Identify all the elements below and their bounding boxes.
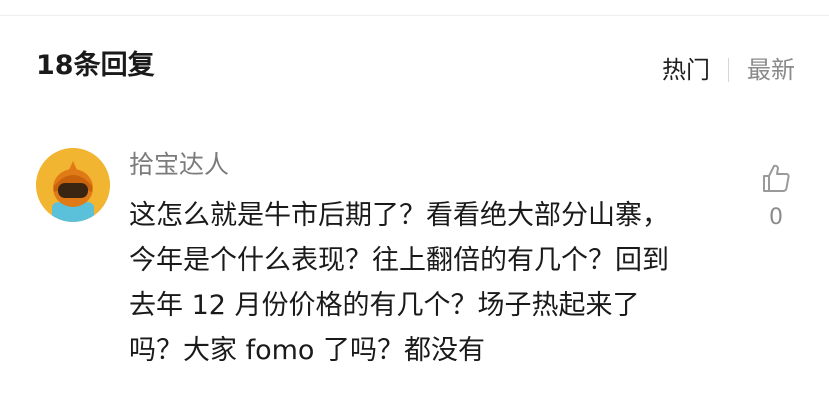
avatar-helmet-icon <box>36 148 110 222</box>
reply-count-title: 18条回复 <box>36 50 155 81</box>
thumbs-up-icon <box>763 164 790 192</box>
like-button[interactable]: 0 <box>748 160 804 240</box>
sort-tab-hot[interactable]: 热门 <box>662 54 710 86</box>
sort-divider <box>728 58 729 82</box>
author-name[interactable]: 拾宝达人 <box>129 148 229 182</box>
avatar[interactable] <box>36 148 110 222</box>
sort-tab-latest[interactable]: 最新 <box>747 54 795 86</box>
like-count: 0 <box>769 205 783 230</box>
comment-text: 这怎么就是牛市后期了？看看绝大部分山寨， 今年是个什么表现？往上翻倍的有几个？回… <box>129 200 669 366</box>
sort-tabs: 热门 最新 <box>662 54 795 86</box>
top-divider <box>0 15 829 16</box>
